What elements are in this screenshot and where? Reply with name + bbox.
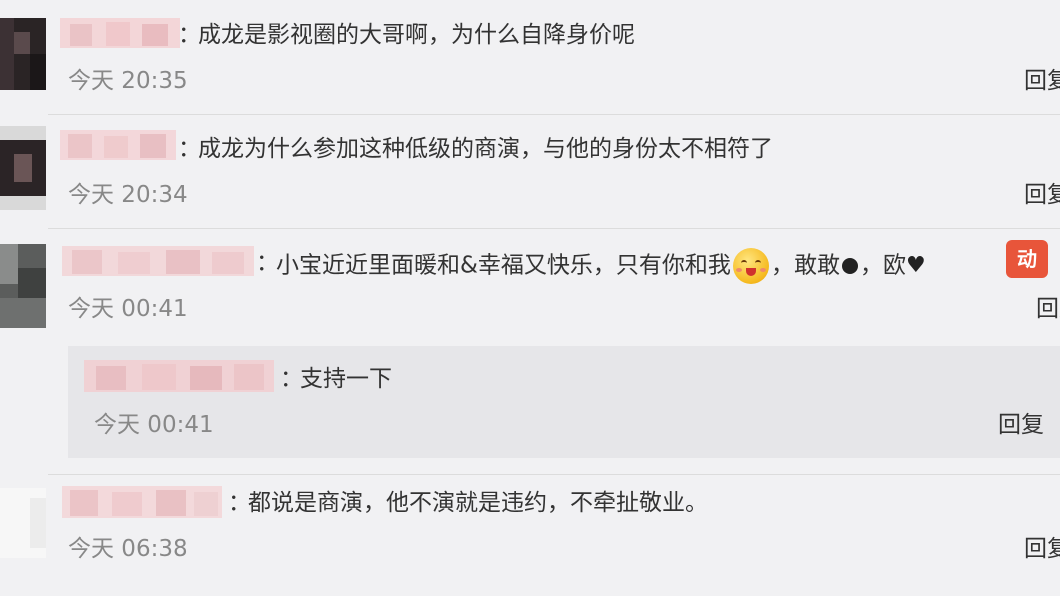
comment-time: 今天 20:34	[68, 182, 188, 208]
username-blurred[interactable]	[84, 358, 274, 392]
username-blurred[interactable]	[62, 484, 222, 518]
comment-text: 成龙是影视圈的大哥啊，为什么自降身价呢	[198, 22, 635, 48]
comment-text: 小宝近近里面暖和&幸福又快乐，只有你和我 ，敢敢 ，欧♥	[276, 248, 926, 284]
comment-text-part: ，欧	[859, 252, 906, 279]
avatar[interactable]	[0, 488, 46, 558]
sub-reply-button[interactable]: 回复	[998, 410, 1044, 440]
sub-reply-time: 今天 00:41	[94, 412, 214, 438]
reply-button[interactable]: 回复	[1024, 180, 1060, 210]
sub-reply-text: 支持一下	[300, 366, 392, 392]
username-blurred[interactable]	[62, 244, 254, 278]
divider	[48, 474, 1060, 475]
heart-icon: ♥	[905, 253, 926, 278]
comment-time: 今天 00:41	[68, 296, 188, 322]
black-dot-icon	[841, 258, 858, 274]
reply-button[interactable]: 回复	[1024, 534, 1060, 564]
comment-text: 都说是商演，他不演就是违约，不牵扯敬业。	[248, 490, 708, 516]
username-blurred[interactable]	[60, 128, 176, 162]
divider	[48, 114, 1060, 115]
reply-button[interactable]: 回复	[1024, 66, 1060, 96]
grinning-emoji-icon	[732, 248, 769, 284]
divider	[48, 228, 1060, 229]
avatar[interactable]	[0, 18, 46, 90]
comment-time: 今天 20:35	[68, 68, 188, 94]
comment-text-part: ，敢敢	[770, 252, 840, 279]
reply-button[interactable]: 回复	[1036, 294, 1060, 324]
avatar[interactable]	[0, 244, 46, 328]
badge-icon: 动	[1006, 240, 1048, 278]
comment-time: 今天 06:38	[68, 536, 188, 562]
avatar[interactable]	[0, 126, 46, 210]
comment-text: 成龙为什么参加这种低级的商演，与他的身份太不相符了	[198, 136, 773, 162]
comment-text-part: 小宝近近里面暖和&幸福又快乐，只有你和我	[276, 252, 731, 279]
username-blurred[interactable]	[60, 16, 180, 50]
